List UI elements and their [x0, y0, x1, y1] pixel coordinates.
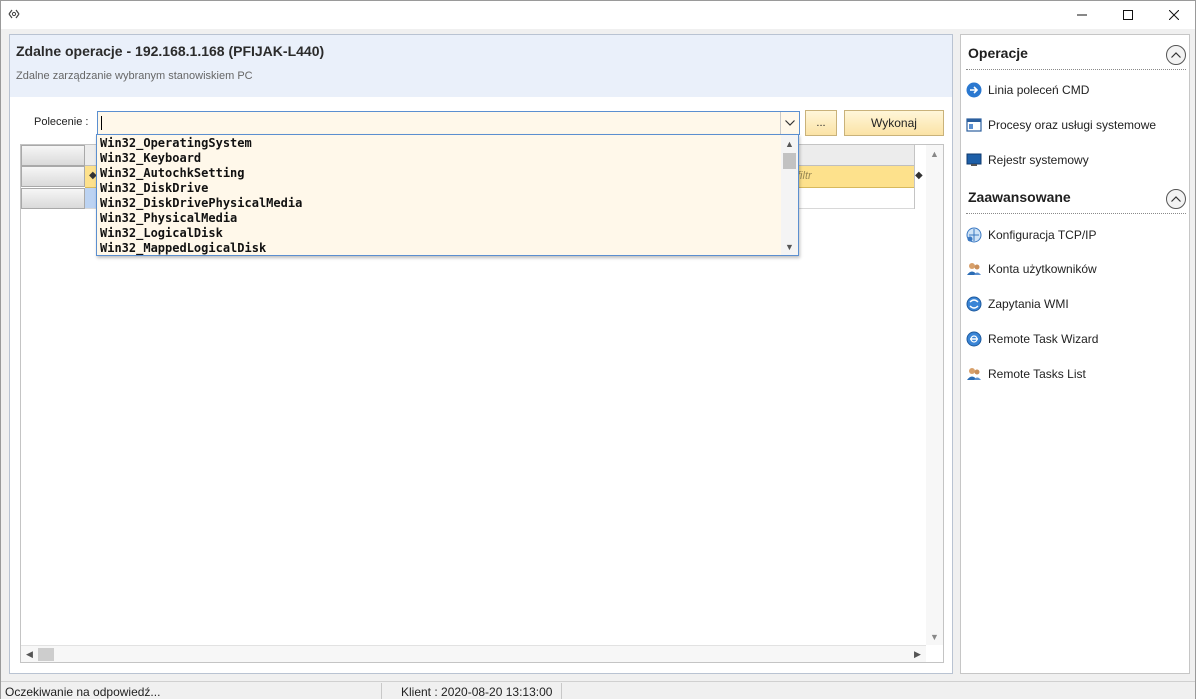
column-divider: [914, 145, 915, 209]
status-message: Oczekiwanie na odpowiedź...: [5, 685, 161, 699]
client-timestamp: Klient : 2020-08-20 13:13:00: [401, 685, 553, 699]
list-item[interactable]: Win32_AutochkSetting: [100, 166, 245, 181]
users-icon: [965, 260, 983, 278]
app-logo-icon: [7, 8, 21, 20]
advanced-section-title: Zaawansowane: [968, 189, 1071, 205]
list-item[interactable]: Win32_PhysicalMedia: [100, 211, 237, 226]
tasks-icon: [965, 365, 983, 383]
sidebar-item-label: Konta użytkowników: [988, 262, 1097, 276]
list-item[interactable]: Win32_MappedLogicalDisk: [100, 241, 266, 256]
vertical-scrollbar[interactable]: ▲ ▼: [926, 145, 943, 645]
scroll-up-icon[interactable]: ▲: [781, 135, 798, 152]
list-item[interactable]: Win32_DiskDrivePhysicalMedia: [100, 196, 302, 211]
sidebar-item-label: Linia poleceń CMD: [988, 83, 1090, 97]
command-combobox[interactable]: [97, 111, 800, 135]
sidebar-item-remote-task-wizard[interactable]: Remote Task Wizard: [965, 328, 1187, 350]
status-bar: Oczekiwanie na odpowiedź... Klient : 202…: [1, 681, 1195, 699]
command-label: Polecenie :: [34, 116, 89, 128]
sidebar-item-remote-tasks-list[interactable]: Remote Tasks List: [965, 363, 1187, 385]
section-divider: [966, 213, 1186, 214]
filter-pin-icon[interactable]: ◆: [915, 170, 923, 181]
grid-filter-rowheader[interactable]: [21, 166, 85, 187]
scroll-down-icon[interactable]: ▼: [781, 238, 798, 255]
network-icon: [965, 226, 983, 244]
collapse-up-icon[interactable]: [1166, 45, 1186, 65]
grid-row-header[interactable]: [21, 188, 85, 209]
sidebar-item-label: Zapytania WMI: [988, 297, 1069, 311]
window-icon: [965, 116, 983, 134]
sidebar-item-label: Konfiguracja TCP/IP: [988, 228, 1097, 242]
scroll-left-icon[interactable]: ◀: [21, 646, 38, 663]
horizontal-scrollbar[interactable]: ◀ ▶: [21, 645, 926, 662]
scroll-thumb[interactable]: [38, 648, 54, 661]
section-divider: [966, 69, 1186, 70]
maximize-button[interactable]: [1105, 1, 1151, 29]
sidebar-item-processes[interactable]: Procesy oraz usługi systemowe: [965, 114, 1187, 136]
filter-hint: filtr: [797, 170, 812, 182]
operations-section-title: Operacje: [968, 45, 1028, 61]
status-separator: [381, 683, 382, 699]
dropdown-scrollbar[interactable]: ▲ ▼: [781, 135, 798, 255]
page-title: Zdalne operacje - 192.168.1.168 (PFIJAK-…: [16, 43, 325, 59]
title-bar: [1, 1, 1195, 29]
wmi-icon: [965, 295, 983, 313]
grid-corner-cell[interactable]: [21, 145, 85, 166]
wizard-icon: [965, 330, 983, 348]
list-item[interactable]: Win32_Keyboard: [100, 151, 201, 166]
panel-header: Zdalne operacje - 192.168.1.168 (PFIJAK-…: [10, 35, 952, 97]
execute-button[interactable]: Wykonaj: [844, 110, 944, 136]
chevron-down-icon[interactable]: [780, 112, 799, 134]
scroll-up-icon[interactable]: ▲: [926, 145, 943, 162]
page-subtitle: Zdalne zarządzanie wybranym stanowiskiem…: [16, 70, 253, 82]
task-sidebar: Operacje Linia poleceń CMD Procesy oraz …: [960, 34, 1190, 674]
minimize-button[interactable]: [1059, 1, 1105, 29]
sidebar-item-wmi[interactable]: Zapytania WMI: [965, 293, 1187, 315]
sidebar-item-tcpip[interactable]: Konfiguracja TCP/IP: [965, 224, 1187, 246]
app-window: Zdalne operacje - 192.168.1.168 (PFIJAK-…: [0, 0, 1196, 699]
sidebar-item-user-accounts[interactable]: Konta użytkowników: [965, 258, 1187, 280]
list-item[interactable]: Win32_DiskDrive: [100, 181, 208, 196]
browse-button[interactable]: ...: [805, 110, 837, 136]
text-caret: [101, 116, 102, 130]
sidebar-item-cmd[interactable]: Linia poleceń CMD: [965, 79, 1187, 101]
list-item[interactable]: Win32_OperatingSystem: [100, 136, 252, 151]
sidebar-item-label: Remote Task Wizard: [988, 332, 1099, 346]
sidebar-item-label: Remote Tasks List: [988, 367, 1086, 381]
remote-operations-panel: Zdalne operacje - 192.168.1.168 (PFIJAK-…: [9, 34, 953, 674]
monitor-icon: [965, 151, 983, 169]
arrow-right-icon: [965, 81, 983, 99]
list-item[interactable]: Win32_LogicalDisk: [100, 226, 223, 241]
close-button[interactable]: [1151, 1, 1196, 29]
status-separator: [561, 683, 562, 699]
sidebar-item-registry[interactable]: Rejestr systemowy: [965, 149, 1187, 171]
sidebar-item-label: Rejestr systemowy: [988, 153, 1089, 167]
scroll-thumb[interactable]: [783, 153, 796, 169]
scroll-right-icon[interactable]: ▶: [909, 646, 926, 663]
command-dropdown-list[interactable]: Win32_OperatingSystem Win32_Keyboard Win…: [96, 134, 799, 256]
sidebar-item-label: Procesy oraz usługi systemowe: [988, 118, 1157, 132]
collapse-up-icon[interactable]: [1166, 189, 1186, 209]
scroll-down-icon[interactable]: ▼: [926, 628, 943, 645]
